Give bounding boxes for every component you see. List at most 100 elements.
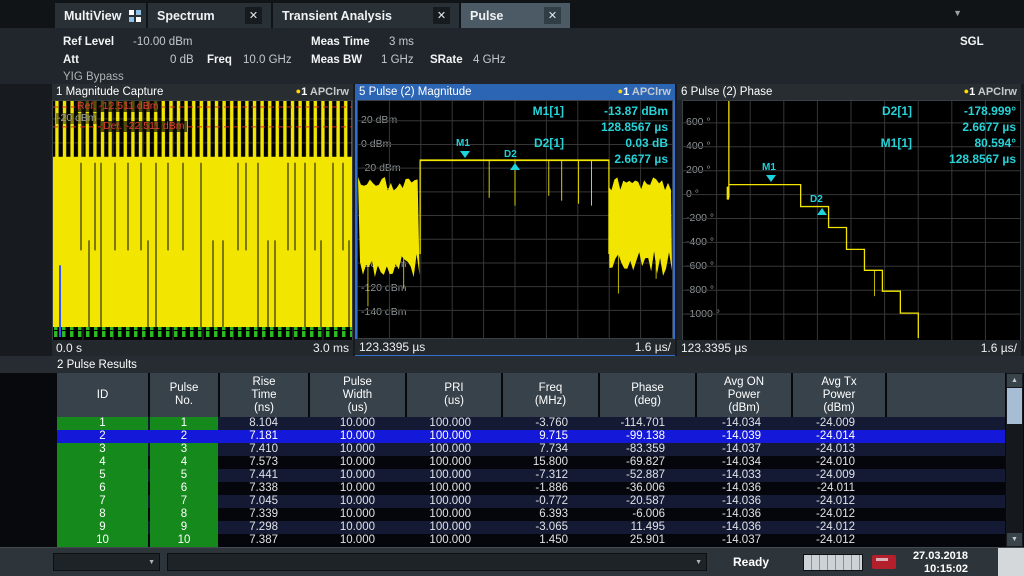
- att-value[interactable]: 0 dB: [170, 54, 194, 66]
- scroll-down-icon[interactable]: ▼: [1007, 533, 1022, 546]
- table-cell: 100.000: [407, 456, 501, 469]
- table-row[interactable]: 447.57310.000100.00015.800-69.827-14.034…: [57, 456, 1005, 469]
- tab-multiview[interactable]: MultiView: [55, 3, 146, 28]
- table-row[interactable]: 337.41010.000100.0007.734-83.359-14.037-…: [57, 443, 1005, 456]
- x-axis-start: 123.3395 µs: [359, 340, 425, 354]
- marker-readout-row: D2[1]-178.999°: [848, 103, 1016, 119]
- table-cell: 10.000: [310, 495, 405, 508]
- ref-level-value[interactable]: -10.00 dBm: [133, 36, 192, 48]
- table-row[interactable]: 777.04510.000100.000-0.772-20.587-14.036…: [57, 495, 1005, 508]
- column-header: PulseWidth(us): [310, 373, 405, 417]
- window-pulse-phase[interactable]: 6 Pulse (2) Phase ●1 APClrw 600 °400 °20…: [677, 84, 1021, 356]
- column-header: Phase(deg): [600, 373, 695, 417]
- table-cell: 10: [150, 534, 218, 547]
- close-icon[interactable]: ✕: [245, 7, 262, 24]
- table-row[interactable]: 118.10410.000100.000-3.760-114.701-14.03…: [57, 417, 1005, 430]
- table-cell: -24.010: [793, 456, 885, 469]
- x-axis-start: 123.3395 µs: [681, 341, 747, 355]
- table-scrollbar[interactable]: ▲ ▼: [1006, 373, 1023, 547]
- table-cell: 7.441: [220, 469, 308, 482]
- column-header: PulseNo.: [150, 373, 218, 417]
- table-cell-filler: [887, 521, 1005, 534]
- marker-readout-row: 2.6677 µs: [500, 151, 668, 167]
- tab-pulse[interactable]: Pulse ✕: [461, 3, 570, 28]
- table-cell: 5: [150, 469, 218, 482]
- tab-transient-analysis[interactable]: Transient Analysis ✕: [273, 3, 459, 28]
- window-titlebar[interactable]: 1 Magnitude Capture ●1 APClrw: [52, 84, 353, 100]
- table-cell: -6.006: [600, 508, 695, 521]
- window-titlebar[interactable]: 6 Pulse (2) Phase ●1 APClrw: [677, 84, 1021, 100]
- column-header: Freq(MHz): [503, 373, 598, 417]
- table-cell: 10.000: [310, 482, 405, 495]
- magnitude-capture-plot[interactable]: Ref. -12.511 dBm -20 dBm Det. -22.511 dB…: [52, 100, 353, 341]
- column-header: Avg ONPower(dBm): [697, 373, 791, 417]
- table-cell: 7.339: [220, 508, 308, 521]
- tab-overflow-chevron-icon[interactable]: ▼: [953, 8, 962, 18]
- table-row[interactable]: 10107.38710.000100.0001.45025.901-14.037…: [57, 534, 1005, 547]
- status-dropdown-left[interactable]: ▼: [53, 553, 160, 571]
- table-cell: -3.065: [503, 521, 598, 534]
- marker-d2-icon[interactable]: [510, 163, 520, 170]
- window-magnitude-capture[interactable]: 1 Magnitude Capture ●1 APClrw: [52, 84, 353, 356]
- column-header: Avg TxPower(dBm): [793, 373, 885, 417]
- marker-readout-row: 128.8567 µs: [848, 151, 1016, 167]
- close-icon[interactable]: ✕: [544, 7, 561, 24]
- pulse-magnitude-plot[interactable]: 20 dBm0 dBm-20 dBm-40 dBm-60 dBm-80 dBm-…: [357, 100, 673, 339]
- table-cell: -36.006: [600, 482, 695, 495]
- table-cell: -24.012: [793, 521, 885, 534]
- x-axis-bar: 123.3395 µs 1.6 µs/: [355, 339, 675, 355]
- table-row[interactable]: 227.18110.000100.0009.715-99.138-14.039-…: [57, 430, 1005, 443]
- meas-time-value[interactable]: 3 ms: [389, 36, 414, 48]
- cell-id: 6: [57, 482, 148, 495]
- srate-value[interactable]: 4 GHz: [473, 54, 506, 66]
- meas-bw-label: Meas BW: [311, 54, 362, 66]
- x-axis-start: 0.0 s: [56, 341, 82, 355]
- tab-spectrum[interactable]: Spectrum ✕: [148, 3, 271, 28]
- cell-id: 8: [57, 508, 148, 521]
- window-pulse-magnitude[interactable]: 5 Pulse (2) Magnitude ●1 APClrw 20 dBm0 …: [355, 84, 675, 356]
- table-cell-filler: [887, 495, 1005, 508]
- datetime-display: 27.03.2018 10:15:02: [913, 550, 968, 575]
- window-titlebar[interactable]: 5 Pulse (2) Magnitude ●1 APClrw: [355, 84, 675, 100]
- x-axis-bar: 0.0 s 3.0 ms: [52, 340, 353, 356]
- table-cell: 9.715: [503, 430, 598, 443]
- marker-m1-icon[interactable]: [766, 175, 776, 182]
- table-cell: -24.014: [793, 430, 885, 443]
- trace-badge: ●1 APClrw: [296, 86, 349, 98]
- table-cell: 1.450: [503, 534, 598, 547]
- table-cell: -24.012: [793, 495, 885, 508]
- meas-bw-value[interactable]: 1 GHz: [381, 54, 414, 66]
- table-cell: 11.495: [600, 521, 695, 534]
- table-cell: 10.000: [310, 521, 405, 534]
- table-cell: 10.000: [310, 430, 405, 443]
- close-icon[interactable]: ✕: [433, 7, 450, 24]
- scroll-up-icon[interactable]: ▲: [1007, 374, 1022, 387]
- table-cell: 10.000: [310, 469, 405, 482]
- cell-id: 1: [57, 417, 148, 430]
- table-cell: 100.000: [407, 443, 501, 456]
- table-cell: 100.000: [407, 508, 501, 521]
- table-cell: 7.181: [220, 430, 308, 443]
- table-cell: -14.037: [697, 534, 791, 547]
- scrollbar-thumb[interactable]: [1007, 388, 1022, 424]
- trace-badge: ●1 APClrw: [964, 86, 1017, 98]
- table-cell: 100.000: [407, 430, 501, 443]
- single-sweep-badge: SGL: [960, 36, 984, 48]
- table-cell: 7: [150, 495, 218, 508]
- x-axis-scale: 1.6 µs/: [635, 340, 671, 354]
- table-cell: 6.393: [503, 508, 598, 521]
- table-row[interactable]: 997.29810.000100.000-3.06511.495-14.036-…: [57, 521, 1005, 534]
- marker-m1-icon[interactable]: [460, 151, 470, 158]
- pulse-phase-plot[interactable]: 600 °400 °200 °0 °-200 °-400 °-600 °-800…: [682, 100, 1021, 341]
- table-row[interactable]: 667.33810.000100.000-1.886-36.006-14.036…: [57, 482, 1005, 495]
- table-row[interactable]: 887.33910.000100.0006.393-6.006-14.036-2…: [57, 508, 1005, 521]
- table-cell: -3.760: [503, 417, 598, 430]
- freq-label: Freq: [207, 54, 232, 66]
- table-cell: 7.387: [220, 534, 308, 547]
- time-label: 10:15:02: [913, 563, 968, 576]
- status-message-dropdown[interactable]: ▼: [167, 553, 707, 571]
- table-row[interactable]: 557.44110.000100.000-7.312-52.887-14.033…: [57, 469, 1005, 482]
- marker-d2-icon[interactable]: [817, 208, 827, 215]
- freq-value[interactable]: 10.0 GHz: [243, 54, 292, 66]
- table-cell: -14.036: [697, 508, 791, 521]
